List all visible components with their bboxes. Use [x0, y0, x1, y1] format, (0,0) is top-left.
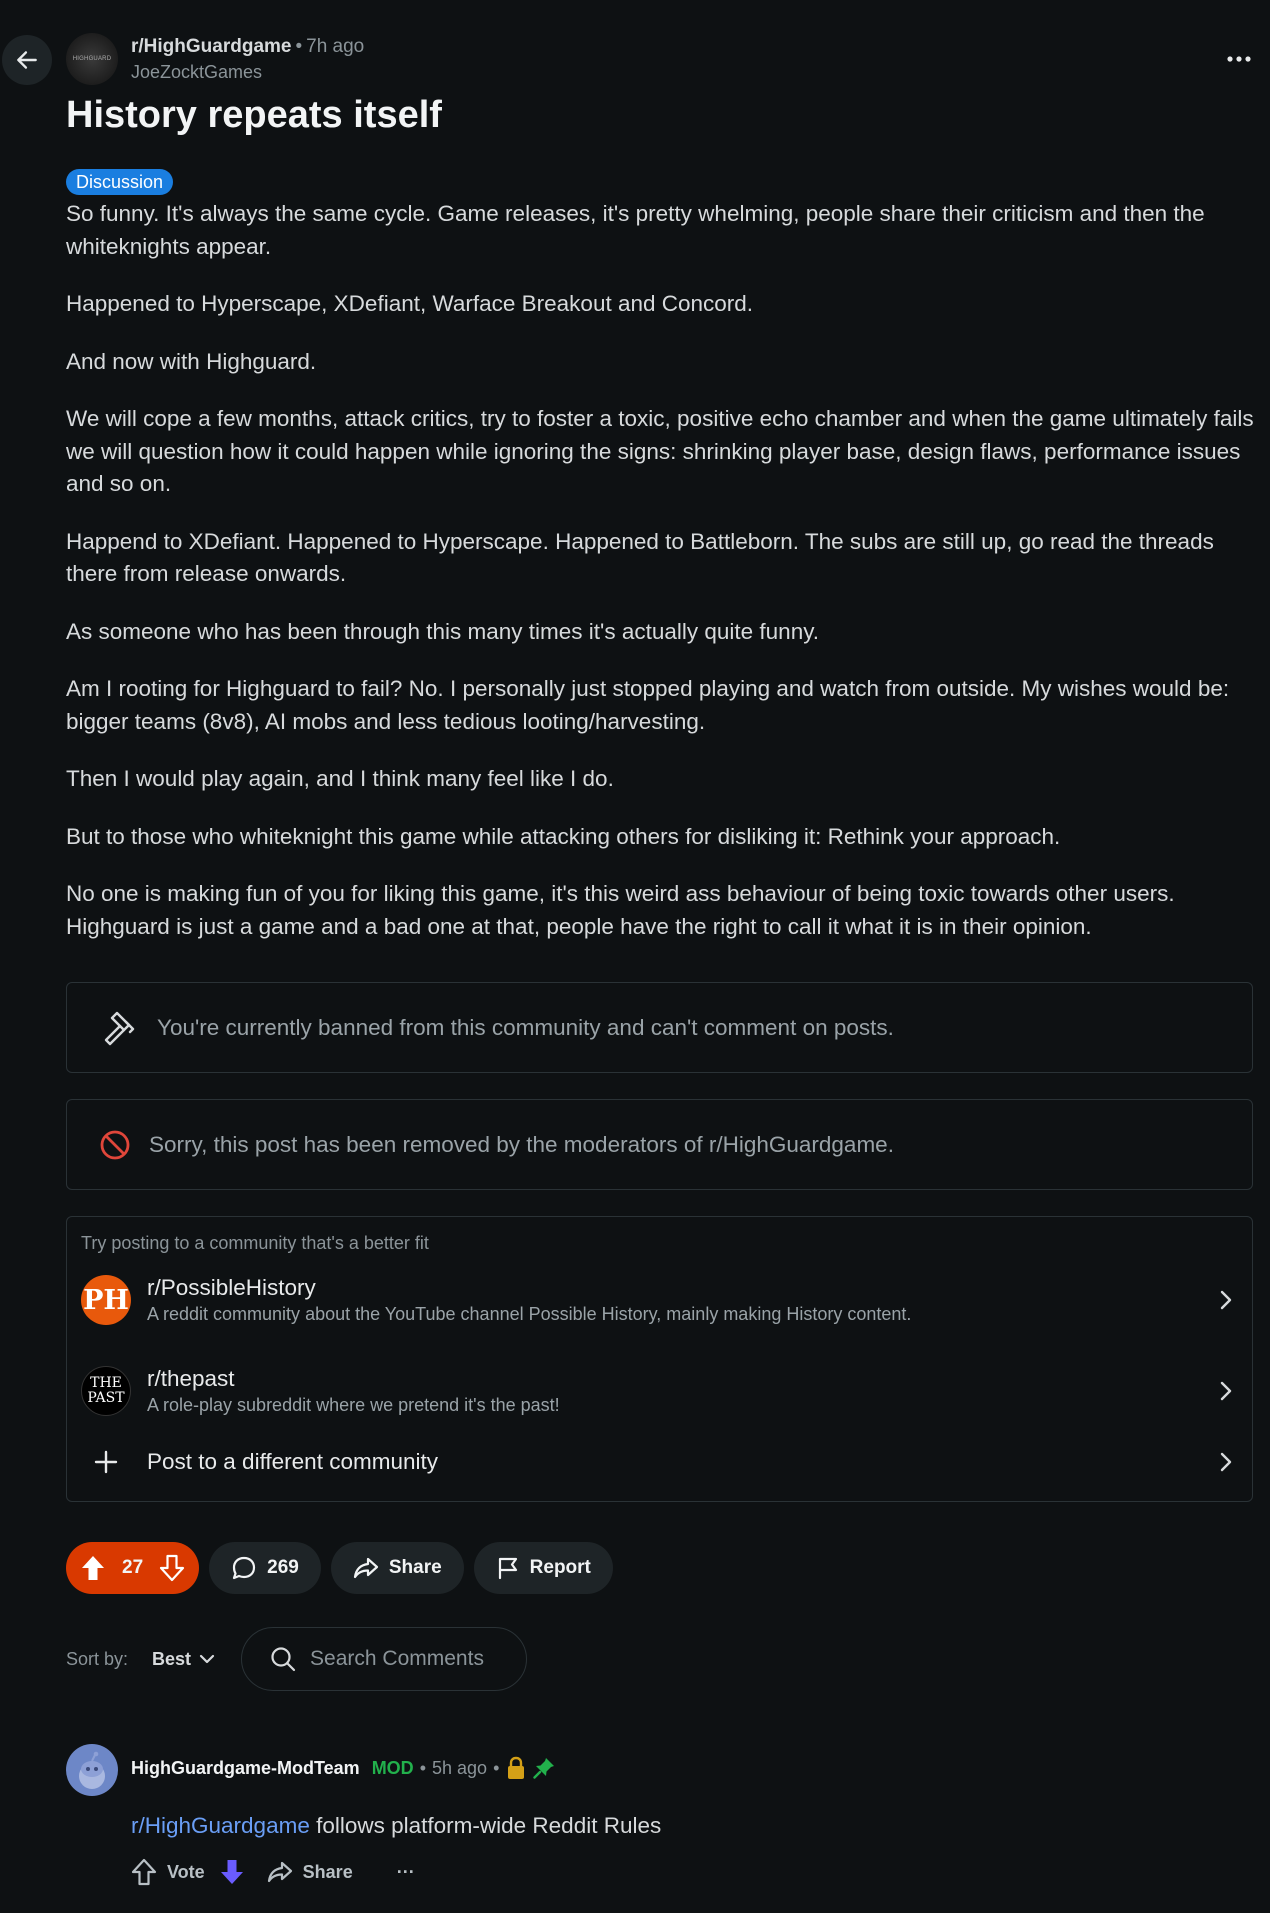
- community-suggestions: Try posting to a community that's a bett…: [66, 1216, 1253, 1502]
- post-paragraph: Am I rooting for Highguard to fail? No. …: [66, 676, 1230, 734]
- comment-bubble-icon: [233, 1556, 256, 1580]
- post-paragraph: Happend to XDefiant. Happened to Hypersc…: [66, 528, 1214, 587]
- search-placeholder: Search Comments: [310, 1647, 484, 1670]
- more-options-button[interactable]: [1222, 44, 1256, 74]
- hammer-icon: [104, 1011, 135, 1045]
- flag-icon: [498, 1557, 517, 1580]
- community-item-thepast[interactable]: THE PAST r/thepast A role-play subreddit…: [81, 1356, 1241, 1426]
- community-description: A reddit community about the YouTube cha…: [147, 1304, 912, 1324]
- subreddit-link[interactable]: r/HighGuardgame: [131, 36, 291, 57]
- sort-label: Sort by:: [66, 1648, 129, 1669]
- comments-button[interactable]: 269: [209, 1542, 321, 1594]
- post-paragraph: We will cope a few months, attack critic…: [66, 406, 1254, 496]
- post-author[interactable]: JoeZocktGames: [131, 62, 262, 83]
- report-label: Report: [529, 1557, 591, 1578]
- report-button[interactable]: Report: [473, 1542, 613, 1594]
- vote-control: 27: [66, 1542, 200, 1594]
- comment-downvote-button[interactable]: [219, 1858, 245, 1886]
- post-paragraph: No one is making fun of you for liking t…: [66, 881, 1175, 939]
- downvote-filled-icon: [220, 1860, 243, 1884]
- vote-label: Vote: [167, 1861, 205, 1882]
- vote-count: 27: [122, 1557, 144, 1578]
- community-item-possiblehistory[interactable]: PH r/PossibleHistory A reddit community …: [81, 1265, 1241, 1335]
- post-paragraph: So funny. It's always the same cycle. Ga…: [66, 201, 1205, 259]
- comment-upvote-button[interactable]: Vote: [131, 1858, 205, 1886]
- post-meta: r/HighGuardgame • 7h ago: [131, 36, 364, 58]
- comment-more-button[interactable]: ···: [397, 1862, 415, 1883]
- post-to-different-community[interactable]: Post to a different community: [81, 1437, 1241, 1487]
- community-avatar-text: THE: [90, 1375, 122, 1391]
- sort-value: Best: [152, 1648, 192, 1669]
- post-actions: 27 269 Share Report: [66, 1542, 613, 1594]
- subreddit-link[interactable]: r/HighGuardgame: [131, 1813, 310, 1838]
- post-flair[interactable]: Discussion: [66, 169, 174, 195]
- share-label: Share: [388, 1557, 442, 1578]
- post-paragraph: But to those who whiteknight this game w…: [66, 823, 1061, 849]
- post-title: History repeats itself: [66, 94, 442, 136]
- comment-text: follows platform-wide Reddit Rules: [309, 1813, 662, 1838]
- community-description: A role-play subreddit where we pretend i…: [147, 1395, 560, 1415]
- more-horizontal-icon: [1227, 56, 1251, 62]
- comment-time: 5h ago: [432, 1757, 488, 1778]
- upvote-button[interactable]: [80, 1554, 106, 1582]
- prohibited-icon: [100, 1130, 130, 1159]
- comment-share-button[interactable]: Share: [267, 1860, 353, 1884]
- removed-notice: Sorry, this post has been removed by the…: [66, 1099, 1253, 1190]
- share-icon: [267, 1861, 292, 1883]
- community-avatar: PH: [81, 1275, 131, 1325]
- chevron-right-icon: [1220, 1290, 1232, 1310]
- comment-sort-bar: Sort by: Best Search Comments: [66, 1627, 528, 1691]
- more-horizontal-icon: ···: [396, 1861, 415, 1882]
- downvote-button[interactable]: [159, 1554, 185, 1582]
- lock-icon: [508, 1756, 525, 1779]
- comment-meta: HighGuardgame-ModTeam MOD • 5h ago •: [131, 1756, 555, 1780]
- banned-notice: You're currently banned from this commun…: [66, 982, 1253, 1073]
- post-time: 7h ago: [306, 36, 365, 57]
- comment-body: r/HighGuardgame follows platform-wide Re…: [131, 1813, 661, 1839]
- comment-avatar[interactable]: [66, 1744, 118, 1796]
- subreddit-avatar[interactable]: HIGHGUARD: [66, 33, 118, 85]
- comment-author[interactable]: HighGuardgame-ModTeam: [131, 1758, 360, 1779]
- community-avatar-text: PH: [83, 1284, 129, 1316]
- post-paragraph: And now with Highguard.: [66, 348, 317, 374]
- different-community-label: Post to a different community: [147, 1449, 438, 1474]
- separator: •: [493, 1757, 500, 1778]
- share-label: Share: [302, 1861, 353, 1882]
- arrow-left-icon: [17, 51, 37, 69]
- chevron-right-icon: [1220, 1452, 1232, 1472]
- community-avatar-text: PAST: [87, 1390, 125, 1406]
- mod-badge: MOD: [371, 1757, 414, 1778]
- post-paragraph: Then I would play again, and I think man…: [66, 766, 614, 791]
- chevron-down-icon: [199, 1654, 215, 1664]
- plus-icon-wrap: [81, 1437, 131, 1487]
- comment-count: 269: [267, 1557, 299, 1578]
- post-paragraph: As someone who has been through this man…: [66, 618, 820, 644]
- plus-icon: [94, 1450, 118, 1474]
- share-button[interactable]: Share: [330, 1542, 464, 1594]
- share-icon: [353, 1557, 378, 1579]
- avatar-logo-text: HIGHGUARD: [72, 56, 112, 62]
- post-body: So funny. It's always the same cycle. Ga…: [66, 198, 1256, 968]
- community-name: r/thepast: [147, 1366, 235, 1391]
- search-icon: [271, 1647, 296, 1672]
- downvote-icon: [160, 1554, 185, 1582]
- back-button[interactable]: [2, 35, 52, 85]
- comment-actions: Vote Share ···: [131, 1858, 415, 1886]
- sort-dropdown[interactable]: Best: [152, 1649, 215, 1670]
- upvote-filled-icon: [82, 1556, 104, 1580]
- upvote-icon: [131, 1858, 157, 1886]
- snoo-avatar-icon: [79, 1751, 105, 1789]
- removed-text: Sorry, this post has been removed by the…: [149, 1131, 894, 1157]
- community-avatar: THE PAST: [81, 1366, 131, 1416]
- community-name: r/PossibleHistory: [147, 1275, 316, 1300]
- separator: •: [419, 1757, 426, 1778]
- separator: •: [295, 36, 303, 57]
- banned-text: You're currently banned from this commun…: [157, 1014, 894, 1040]
- post-paragraph: Happened to Hyperscape, XDefiant, Warfac…: [66, 291, 754, 316]
- chevron-right-icon: [1220, 1381, 1232, 1401]
- suggestions-header: Try posting to a community that's a bett…: [81, 1233, 429, 1253]
- search-comments-input[interactable]: Search Comments: [241, 1627, 528, 1691]
- pin-icon: [533, 1758, 555, 1779]
